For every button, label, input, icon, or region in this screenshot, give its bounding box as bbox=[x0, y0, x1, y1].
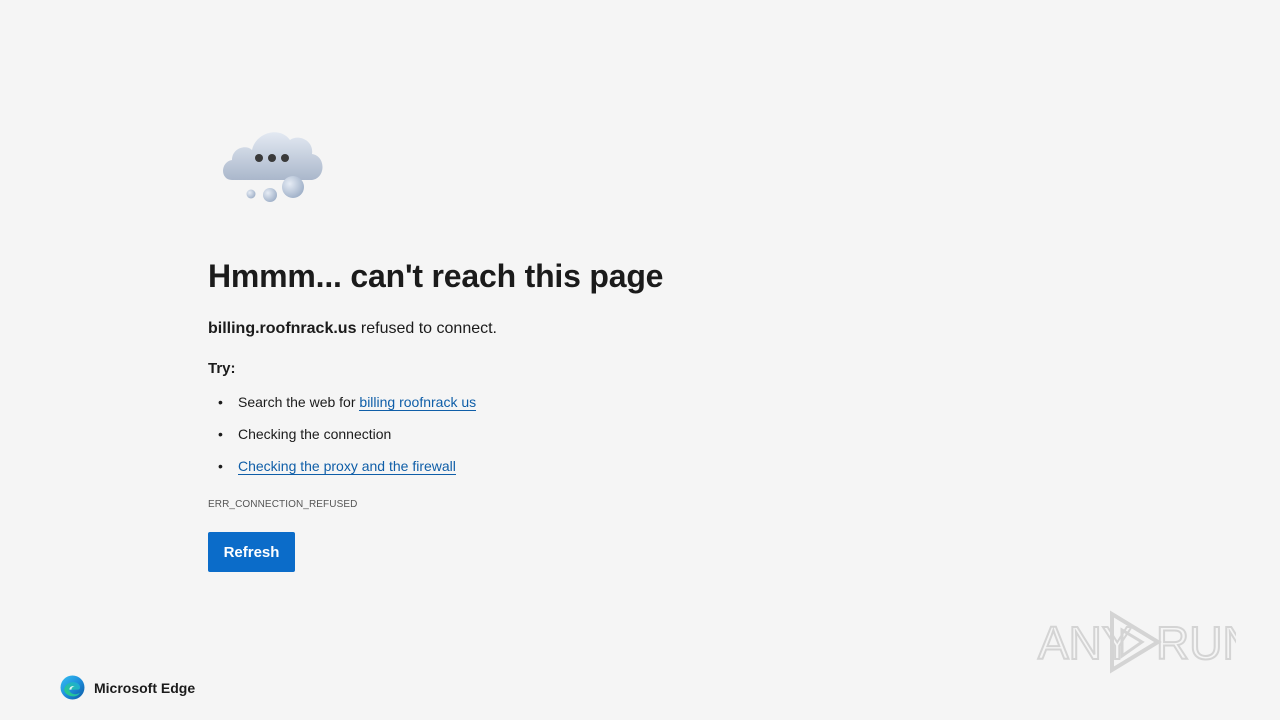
bullet: • bbox=[218, 394, 223, 410]
error-page: Hmmm... can't reach this page billing.ro… bbox=[0, 0, 1280, 720]
reason-text: refused to connect. bbox=[356, 320, 497, 337]
brand-name: Microsoft Edge bbox=[94, 679, 196, 696]
page-title: Hmmm... can't reach this page bbox=[208, 258, 664, 294]
error-code: ERR_CONNECTION_REFUSED bbox=[208, 499, 358, 510]
list-item: • Checking the proxy and the firewall bbox=[208, 456, 908, 488]
bullet: • bbox=[218, 426, 223, 442]
edge-logo-icon bbox=[60, 675, 85, 700]
anyrun-watermark-logo: ANY RUN bbox=[1037, 610, 1236, 674]
error-reason: billing.roofnrack.us refused to connect. bbox=[208, 318, 908, 340]
bullet: • bbox=[218, 458, 223, 474]
cloud-thinking-icon bbox=[223, 132, 323, 202]
suggestion-list: • Search the web for billing roofnrack u… bbox=[208, 392, 908, 488]
error-content: Hmmm... can't reach this page billing.ro… bbox=[208, 254, 908, 572]
proxy-firewall-link[interactable]: Checking the proxy and the firewall bbox=[238, 458, 456, 475]
browser-brand: Microsoft Edge bbox=[60, 675, 195, 700]
search-web-link[interactable]: billing roofnrack us bbox=[359, 394, 477, 411]
watermark-text-left: ANY bbox=[1038, 617, 1133, 669]
refresh-button[interactable]: Refresh bbox=[208, 532, 295, 572]
suggestion-prefix: Search the web for bbox=[238, 394, 360, 410]
watermark-text-right: RUN bbox=[1156, 617, 1236, 669]
host-name: billing.roofnrack.us bbox=[208, 320, 357, 337]
try-label: Try: bbox=[208, 360, 236, 377]
list-item: • Search the web for billing roofnrack u… bbox=[208, 392, 908, 424]
list-item: • Checking the connection bbox=[208, 424, 908, 456]
suggestion-text: Checking the connection bbox=[238, 426, 392, 442]
